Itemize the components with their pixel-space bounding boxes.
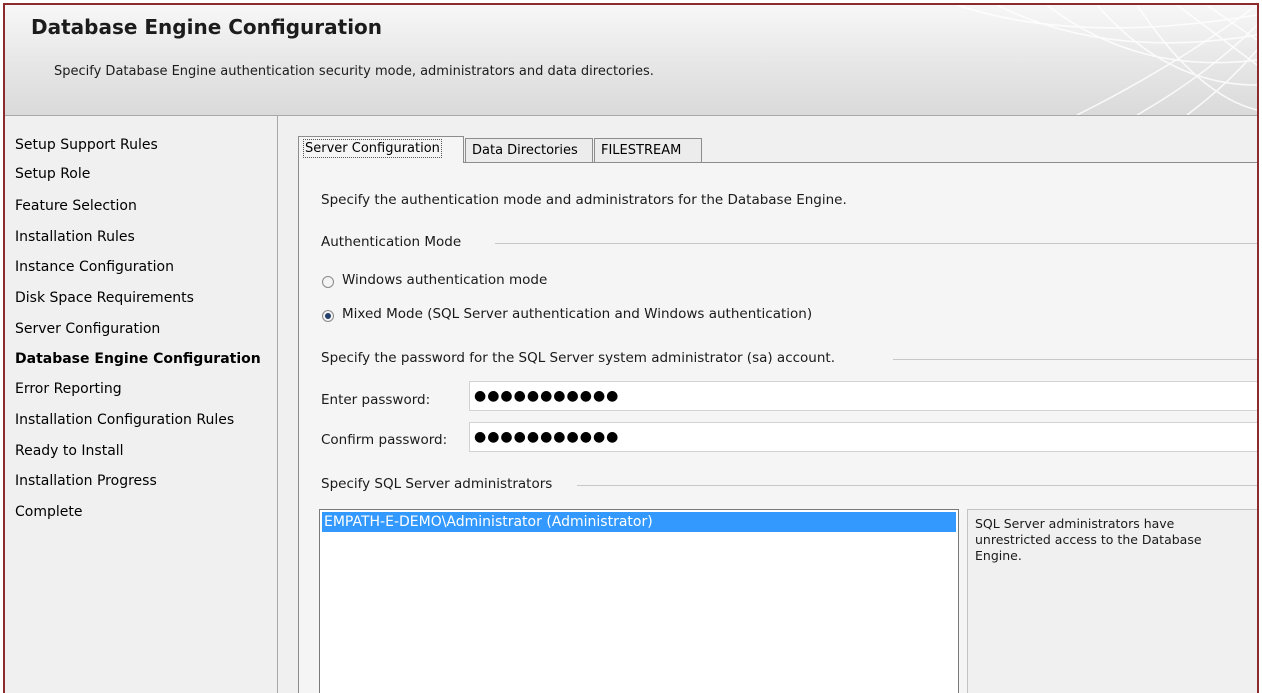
nav-item-setup-role[interactable]: Setup Role bbox=[15, 166, 90, 182]
group-divider bbox=[577, 485, 1257, 486]
confirm-password-label: Confirm password: bbox=[321, 432, 448, 448]
nav-item-complete[interactable]: Complete bbox=[15, 504, 82, 520]
mixed-mode-radio[interactable] bbox=[322, 310, 334, 322]
nav-item-feature-selection[interactable]: Feature Selection bbox=[15, 198, 137, 214]
nav-item-installation-progress[interactable]: Installation Progress bbox=[15, 473, 157, 489]
nav-item-database-engine-configuration[interactable]: Database Engine Configuration bbox=[15, 351, 261, 367]
nav-item-server-configuration[interactable]: Server Configuration bbox=[15, 321, 160, 337]
group-divider bbox=[893, 359, 1257, 360]
nav-item-installation-configuration-rules[interactable]: Installation Configuration Rules bbox=[15, 412, 234, 428]
nav-item-setup-support-rules[interactable]: Setup Support Rules bbox=[15, 137, 158, 153]
windows-auth-radio[interactable] bbox=[322, 276, 334, 288]
page-title: Database Engine Configuration bbox=[31, 15, 383, 39]
nav-item-ready-to-install[interactable]: Ready to Install bbox=[15, 443, 124, 459]
tab-label: Server Configuration bbox=[303, 139, 442, 158]
setup-steps-nav: Setup Support Rules Setup Role Feature S… bbox=[5, 116, 278, 693]
nav-item-installation-rules[interactable]: Installation Rules bbox=[15, 229, 135, 245]
mixed-mode-label[interactable]: Mixed Mode (SQL Server authentication an… bbox=[342, 306, 812, 322]
sa-password-group-label: Specify the password for the SQL Server … bbox=[321, 350, 836, 366]
header-decoration bbox=[956, 5, 1257, 115]
tab-label: Data Directories bbox=[472, 143, 578, 158]
enter-password-field[interactable]: ●●●●●●●●●●● bbox=[469, 381, 1257, 411]
nav-item-disk-space-requirements[interactable]: Disk Space Requirements bbox=[15, 290, 194, 306]
page-subtitle: Specify Database Engine authentication s… bbox=[54, 64, 654, 79]
group-divider bbox=[495, 243, 1257, 244]
tab-server-configuration[interactable]: Server Configuration bbox=[298, 136, 464, 163]
tab-filestream[interactable]: FILESTREAM bbox=[594, 138, 702, 162]
tab-data-directories[interactable]: Data Directories bbox=[465, 138, 593, 162]
installer-window: Database Engine Configuration Specify Da… bbox=[3, 3, 1259, 693]
auth-mode-group-label: Authentication Mode bbox=[321, 234, 462, 250]
tab-label: FILESTREAM bbox=[601, 143, 682, 158]
main-content: Server Configuration Data Directories FI… bbox=[278, 116, 1257, 693]
confirm-password-field[interactable]: ●●●●●●●●●●● bbox=[469, 422, 1257, 452]
nav-item-error-reporting[interactable]: Error Reporting bbox=[15, 381, 122, 397]
administrators-info-text: SQL Server administrators have unrestric… bbox=[975, 516, 1202, 563]
administrators-info-box: SQL Server administrators have unrestric… bbox=[967, 509, 1257, 693]
nav-item-instance-configuration[interactable]: Instance Configuration bbox=[15, 259, 174, 275]
administrators-group-label: Specify SQL Server administrators bbox=[321, 476, 553, 492]
enter-password-label: Enter password: bbox=[321, 392, 431, 408]
page-header: Database Engine Configuration Specify Da… bbox=[5, 5, 1257, 116]
list-item[interactable]: EMPATH-E-DEMO\Administrator (Administrat… bbox=[322, 512, 956, 532]
intro-text: Specify the authentication mode and admi… bbox=[321, 192, 847, 208]
administrators-list[interactable]: EMPATH-E-DEMO\Administrator (Administrat… bbox=[319, 509, 959, 693]
server-configuration-panel: Specify the authentication mode and admi… bbox=[298, 162, 1257, 693]
windows-auth-label[interactable]: Windows authentication mode bbox=[342, 272, 547, 288]
